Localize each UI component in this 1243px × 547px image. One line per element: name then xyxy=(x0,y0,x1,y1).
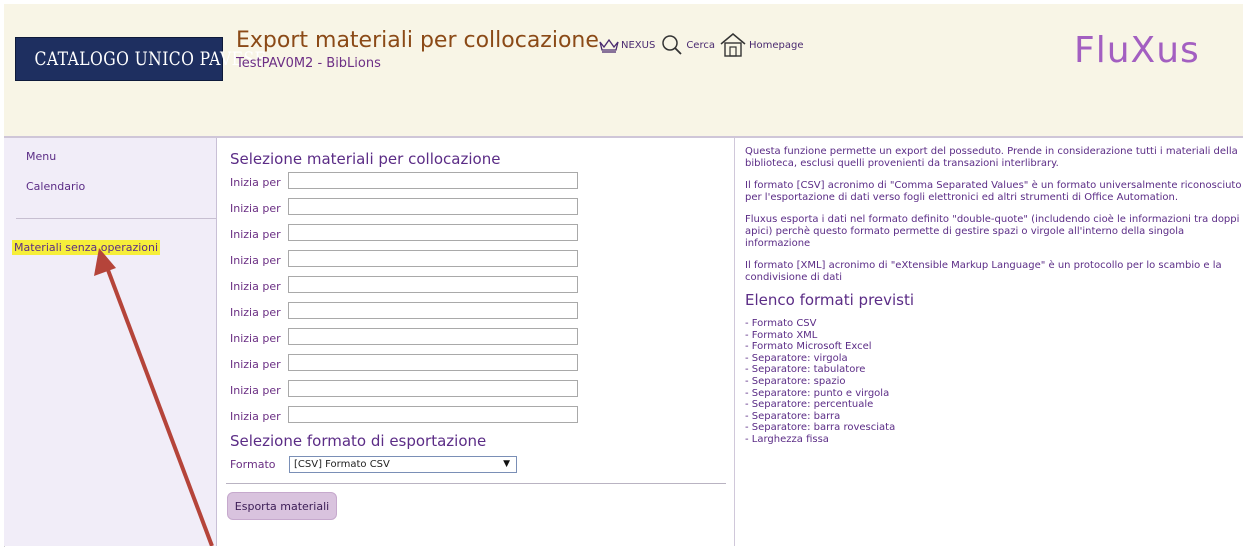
catalogo-logo[interactable]: CATALOGO UNICO PAVESE xyxy=(15,37,267,81)
help-paragraph: Questa funzione permette un export del p… xyxy=(745,146,1238,169)
inizia-per-input[interactable] xyxy=(288,172,578,189)
list-item: - Formato XML xyxy=(745,329,818,341)
help-paragraph: Il formato [CSV] acronimo di "Comma Sepa… xyxy=(745,180,1242,203)
formato-selected-value: [CSV] Formato CSV xyxy=(294,459,390,470)
formats-heading: Elenco formati previsti xyxy=(745,291,915,309)
panel-separator xyxy=(734,138,735,546)
crown-icon xyxy=(599,38,619,53)
inizia-per-input[interactable] xyxy=(288,302,578,319)
nav-cerca[interactable]: Cerca xyxy=(660,34,715,56)
inizia-per-label: Inizia per xyxy=(230,332,281,345)
nav-homepage-label: Homepage xyxy=(748,39,804,51)
list-item: - Formato Microsoft Excel xyxy=(745,341,872,353)
sidebar-item-materiali-senza-operazioni[interactable]: Materiali senza operazioni xyxy=(12,240,161,255)
logo-text: CATALOGO UNICO PAVESE xyxy=(34,48,267,70)
inizia-per-input[interactable] xyxy=(288,354,578,371)
list-item: - Separatore: punto e virgola xyxy=(745,387,890,399)
inizia-per-input[interactable] xyxy=(288,328,578,345)
formats-list: - Formato CSV - Formato XML - Formato Mi… xyxy=(745,318,1243,446)
inizia-per-label: Inizia per xyxy=(230,202,281,215)
list-item: - Separatore: tabulatore xyxy=(745,364,866,376)
inizia-per-input[interactable] xyxy=(288,250,578,267)
nav-cerca-label: Cerca xyxy=(686,39,715,51)
list-item: - Separatore: barra rovesciata xyxy=(745,422,896,434)
form-divider xyxy=(226,483,726,484)
inizia-per-input[interactable] xyxy=(288,276,578,293)
page-title: Export materiali per collocazione xyxy=(236,28,599,53)
inizia-per-label: Inizia per xyxy=(230,410,281,423)
sidebar-item-label: Materiali senza operazioni xyxy=(12,240,161,255)
page-header: CATALOGO UNICO PAVESE Export materiali p… xyxy=(4,4,1243,138)
inizia-per-label: Inizia per xyxy=(230,254,281,267)
inizia-per-label: Inizia per xyxy=(230,280,281,293)
page-subtitle: TestPAV0M2 - BibLions xyxy=(236,56,381,71)
list-item: - Larghezza fissa xyxy=(745,433,829,445)
section-title-formato: Selezione formato di esportazione xyxy=(230,432,487,450)
inizia-per-label: Inizia per xyxy=(230,384,281,397)
sidebar-item-menu[interactable]: Menu xyxy=(26,150,56,163)
list-item: - Separatore: barra xyxy=(745,410,841,422)
inizia-per-label: Inizia per xyxy=(230,358,281,371)
export-form: Selezione materiali per collocazione Ini… xyxy=(218,138,734,546)
formato-select[interactable]: [CSV] Formato CSV ▼ xyxy=(289,456,517,473)
list-item: - Formato CSV xyxy=(745,318,817,329)
inizia-per-input[interactable] xyxy=(288,380,578,397)
sidebar: Menu Calendario Materiali senza operazio… xyxy=(4,138,217,546)
help-panel: Questa funzione permette un export del p… xyxy=(745,146,1243,446)
inizia-per-input[interactable] xyxy=(288,198,578,215)
fluxus-logo[interactable]: FluXus xyxy=(1074,30,1200,71)
list-item: - Separatore: virgola xyxy=(745,352,848,364)
home-icon xyxy=(720,33,746,57)
dropdown-arrow-icon: ▼ xyxy=(503,459,510,469)
inizia-per-label: Inizia per xyxy=(230,306,281,319)
list-item: - Separatore: spazio xyxy=(745,375,846,387)
section-title-materiali: Selezione materiali per collocazione xyxy=(230,150,501,168)
inizia-per-input[interactable] xyxy=(288,406,578,423)
search-icon xyxy=(662,35,682,55)
help-paragraph: Fluxus esporta i dati nel formato defini… xyxy=(745,214,1240,249)
nav-nexus-label: NEXUS xyxy=(621,39,656,51)
inizia-per-input[interactable] xyxy=(288,224,578,241)
top-nav: NEXUS Cerca Homepage xyxy=(598,33,804,57)
sidebar-item-calendario[interactable]: Calendario xyxy=(26,180,85,193)
formato-label: Formato xyxy=(230,458,276,471)
sidebar-divider xyxy=(16,218,216,219)
inizia-per-label: Inizia per xyxy=(230,228,281,241)
help-paragraph: Il formato [XML] acronimo di "eXtensible… xyxy=(745,260,1222,283)
inizia-per-label: Inizia per xyxy=(230,176,281,189)
esporta-materiali-button[interactable]: Esporta materiali xyxy=(227,492,337,520)
nav-nexus[interactable]: NEXUS xyxy=(598,37,655,53)
nav-homepage[interactable]: Homepage xyxy=(719,32,804,58)
list-item: - Separatore: percentuale xyxy=(745,399,874,411)
